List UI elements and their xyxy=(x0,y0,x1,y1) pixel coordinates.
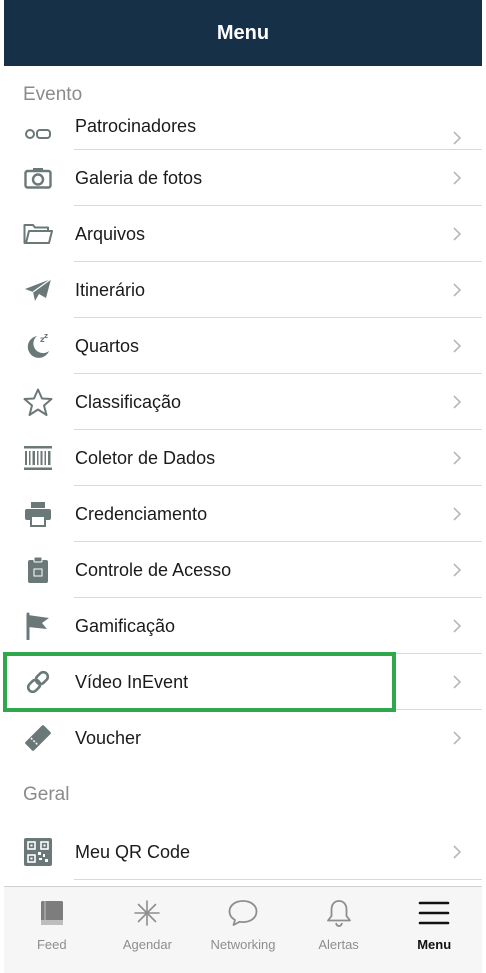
tab-label: Feed xyxy=(36,937,67,952)
menu-item-label: Classificação xyxy=(75,391,182,412)
menu-item-patrocinadores[interactable]: Patrocinadores xyxy=(4,116,482,150)
tab-agendar[interactable]: Agendar xyxy=(100,887,196,973)
chevron-right-icon xyxy=(453,150,462,206)
chevron-right-icon xyxy=(453,374,462,430)
menu-item-voucher[interactable]: Voucher xyxy=(4,710,482,766)
tab-label: Networking xyxy=(210,937,276,952)
tab-label: Menu xyxy=(417,937,452,952)
menu-item-coletor-de-dados[interactable]: Coletor de Dados xyxy=(4,430,482,486)
menu-item-label: Credenciamento xyxy=(75,503,208,524)
tab-bar: Feed Agendar Networking Alertas Menu xyxy=(4,886,482,973)
menu-item-classificacao[interactable]: Classificação xyxy=(4,374,482,430)
page-title: Menu xyxy=(216,21,270,44)
menu-item-controle-de-acesso[interactable]: Controle de Acesso xyxy=(4,542,482,598)
chat-bubble-icon xyxy=(228,897,258,929)
chevron-right-icon xyxy=(453,598,462,654)
menu-item-video-inevent[interactable]: Vídeo InEvent xyxy=(4,654,482,710)
ticket-icon xyxy=(22,724,54,752)
star-icon xyxy=(22,388,54,416)
menu-list[interactable]: Evento Patrocinadores Galeria de fotos A… xyxy=(4,66,482,886)
menu-item-label: Controle de Acesso xyxy=(75,559,232,580)
menu-item-credenciamento[interactable]: Credenciamento xyxy=(4,486,482,542)
menu-item-label: Patrocinadores xyxy=(75,116,197,136)
menu-item-quartos[interactable]: zz Quartos xyxy=(4,318,482,374)
bell-icon xyxy=(326,897,352,929)
chevron-right-icon xyxy=(453,824,462,880)
menu-item-label: Arquivos xyxy=(75,223,146,244)
menu-item-label: Coletor de Dados xyxy=(75,447,216,468)
flag-icon xyxy=(22,612,54,640)
tab-label: Agendar xyxy=(122,937,172,952)
chevron-right-icon xyxy=(453,430,462,486)
barcode-icon xyxy=(22,444,54,472)
section-header-geral: Geral xyxy=(4,766,482,824)
tab-alertas[interactable]: Alertas xyxy=(291,887,387,973)
asterisk-icon xyxy=(134,897,161,929)
camera-icon xyxy=(22,164,54,192)
menu-item-label: Itinerário xyxy=(75,279,146,300)
chevron-right-icon xyxy=(453,654,462,710)
divider xyxy=(74,879,482,880)
sponsor-icon xyxy=(22,120,54,148)
menu-item-itinerario[interactable]: Itinerário xyxy=(4,262,482,318)
link-icon xyxy=(22,668,54,696)
menu-item-gamificacao[interactable]: Gamificação xyxy=(4,598,482,654)
clipboard-icon xyxy=(22,556,54,584)
tab-menu[interactable]: Menu xyxy=(386,887,482,973)
menu-item-label: Vídeo InEvent xyxy=(75,671,189,692)
tab-networking[interactable]: Networking xyxy=(195,887,291,973)
menu-item-label: Galeria de fotos xyxy=(75,167,203,188)
tab-feed[interactable]: Feed xyxy=(4,887,100,973)
hamburger-icon xyxy=(418,897,450,929)
svg-text:z: z xyxy=(44,332,48,340)
menu-item-galeria-de-fotos[interactable]: Galeria de fotos xyxy=(4,150,482,206)
moon-sleep-icon: zz xyxy=(22,332,54,360)
chevron-right-icon xyxy=(453,318,462,374)
chevron-right-icon xyxy=(453,486,462,542)
paper-plane-icon xyxy=(22,276,54,304)
book-icon xyxy=(40,897,64,929)
chevron-right-icon xyxy=(453,710,462,766)
tab-label: Alertas xyxy=(318,937,359,952)
menu-item-label: Gamificação xyxy=(75,615,176,636)
chevron-right-icon xyxy=(453,262,462,318)
qr-code-icon xyxy=(22,838,54,866)
chevron-right-icon xyxy=(453,542,462,598)
chevron-right-icon xyxy=(453,206,462,262)
top-header: Menu xyxy=(4,0,482,66)
menu-item-label: Quartos xyxy=(75,335,140,356)
menu-item-meu-qr-code[interactable]: Meu QR Code xyxy=(4,824,482,880)
menu-item-label: Voucher xyxy=(75,727,142,748)
menu-item-label: Meu QR Code xyxy=(75,841,191,862)
menu-item-arquivos[interactable]: Arquivos xyxy=(4,206,482,262)
folder-icon xyxy=(22,220,54,248)
printer-icon xyxy=(22,500,54,528)
